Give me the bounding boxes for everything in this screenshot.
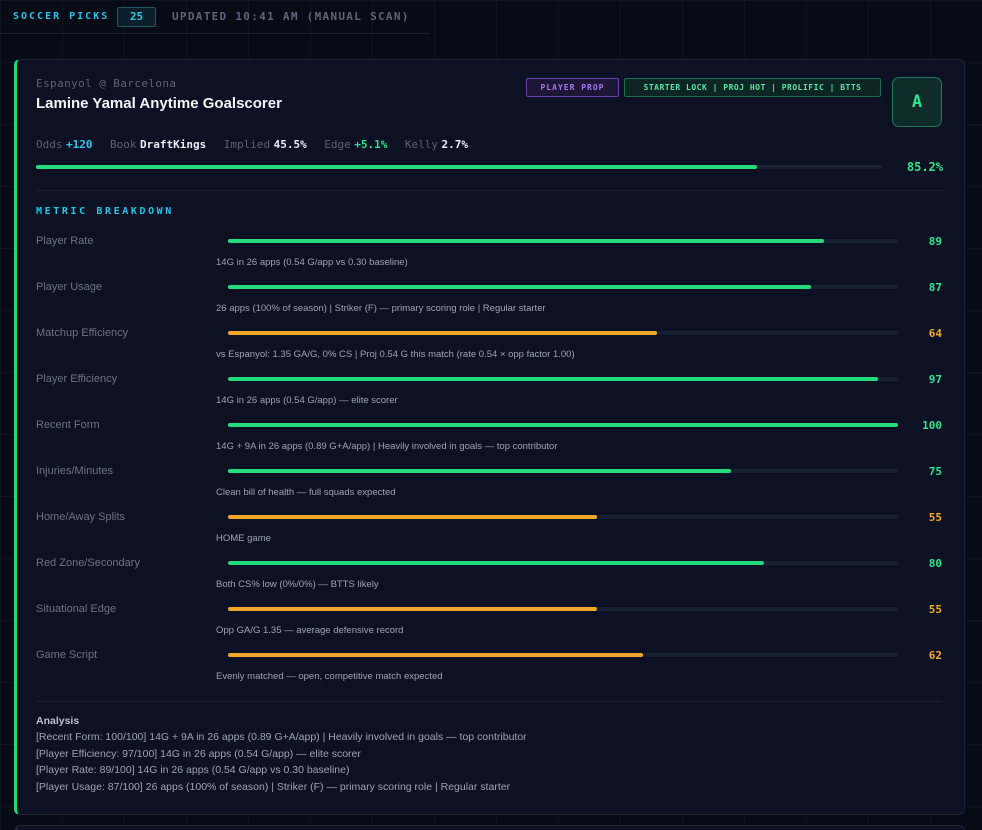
metric-note: Opp GA/G 1.35 — average defensive record (216, 625, 404, 636)
metric-label: Home/Away Splits (36, 511, 126, 523)
metric-value: 89 (928, 235, 942, 248)
metric-bar (228, 423, 898, 427)
metric-bar-fill (228, 607, 597, 611)
header-divider (0, 33, 430, 34)
edge-value: +5.1% (354, 138, 388, 151)
book-label: Book (110, 138, 137, 151)
book-value: DraftKings (140, 138, 207, 151)
kelly-label: Kelly (404, 138, 438, 151)
metric-bar-fill (228, 285, 811, 289)
tags-badge: STARTER LOCK | PROJ HOT | PROLIFIC | BTT… (624, 78, 881, 97)
metric-value: 64 (928, 327, 942, 340)
analysis-line: [Player Usage: 87/100] 26 apps (100% of … (36, 780, 511, 793)
analysis-title: Analysis (36, 715, 80, 727)
metric-bar-fill (228, 469, 731, 473)
metric-note: 14G + 9A in 26 apps (0.89 G+A/app) | Hea… (216, 441, 558, 452)
metric-row: Injuries/Minutes 75 Clean bill of health —… (17, 461, 968, 507)
metric-label: Situational Edge (36, 603, 117, 615)
implied-label: Implied (223, 138, 271, 151)
metric-bar (228, 239, 898, 243)
metric-row: Home/Away Splits 55 HOME game (17, 507, 968, 553)
metric-bar (228, 469, 898, 473)
metric-row: Game Script 62 Evenly matched — open, comp… (17, 645, 968, 691)
odds-label: Odds (36, 138, 63, 151)
analysis-line: [Player Efficiency: 97/100] 14G in 26 ap… (36, 747, 361, 760)
metric-value: 87 (928, 281, 942, 294)
metric-bar (228, 377, 898, 381)
metric-label: Recent Form (36, 419, 100, 431)
metric-value: 55 (928, 511, 942, 524)
metric-bar (228, 285, 898, 289)
metric-note: Both CS% low (0%/0%) — BTTS likely (216, 579, 379, 590)
metric-value: 75 (928, 465, 942, 478)
confidence-bar-fill (36, 165, 757, 169)
metric-breakdown-title: METRIC BREAKDOWN (36, 206, 174, 217)
metric-row: Player Usage 87 26 apps (100% of season) |… (17, 277, 968, 323)
picks-count-badge: 25 (117, 7, 156, 27)
metric-row: Situational Edge 55 Opp GA/G 1.35 — averag… (17, 599, 968, 645)
metric-note: HOME game (216, 533, 271, 544)
metric-row: Player Rate 89 14G in 26 apps (0.54 G/app … (17, 231, 968, 277)
confidence-bar (36, 165, 882, 169)
metric-bar (228, 653, 898, 657)
player-prop-badge: PLAYER PROP (526, 78, 619, 97)
matchup-label: Espanyol @ Barcelona (36, 77, 177, 90)
metric-label: Player Rate (36, 235, 94, 247)
metric-note: 26 apps (100% of season) | Striker (F) —… (216, 303, 546, 314)
metric-note: 14G in 26 apps (0.54 G/app vs 0.30 basel… (216, 257, 408, 268)
metric-bar-fill (228, 423, 898, 427)
analysis-line: [Recent Form: 100/100] 14G + 9A in 26 ap… (36, 731, 527, 743)
metric-label: Game Script (36, 649, 98, 661)
metric-bar-fill (228, 331, 657, 335)
metric-bar (228, 561, 898, 565)
metric-row: Matchup Efficiency 64 vs Espanyol: 1.35 GA… (17, 323, 968, 369)
metric-label: Matchup Efficiency (36, 327, 129, 339)
metric-list: Player Rate 89 14G in 26 apps (0.54 G/app … (17, 231, 968, 691)
analysis-divider (36, 701, 942, 702)
metric-value: 100 (922, 419, 942, 432)
last-updated-status: UPDATED 10:41 AM (MANUAL SCAN) (172, 10, 410, 23)
metric-value: 97 (928, 373, 942, 386)
metric-label: Player Efficiency (36, 373, 118, 385)
implied-value: 45.5% (273, 138, 307, 151)
metric-bar (228, 331, 898, 335)
metric-label: Player Usage (36, 281, 103, 293)
metric-value: 80 (928, 557, 942, 570)
metric-bar (228, 607, 898, 611)
pick-title: Lamine Yamal Anytime Goalscorer (36, 95, 282, 112)
grade-badge: A (892, 77, 942, 127)
metric-bar-fill (228, 515, 597, 519)
metric-label: Injuries/Minutes (36, 465, 114, 477)
odds-value: +120 (66, 138, 93, 151)
metric-row: Red Zone/Secondary 80 Both CS% low (0%/0%)… (17, 553, 968, 599)
card-divider (36, 190, 942, 191)
metric-note: vs Espanyol: 1.35 GA/G, 0% CS | Proj 0.5… (216, 349, 575, 360)
next-pick-card[interactable] (14, 825, 965, 830)
metric-note: Clean bill of health — full squads expec… (216, 487, 396, 498)
odds-stats-row: Odds +120 Book DraftKings Implied 45.5% … (36, 138, 482, 151)
kelly-value: 2.7% (441, 138, 468, 151)
metric-value: 55 (928, 603, 942, 616)
metric-note: 14G in 26 apps (0.54 G/app) — elite scor… (216, 395, 398, 406)
edge-label: Edge (324, 138, 351, 151)
confidence-value: 85.2% (906, 160, 943, 174)
metric-label: Red Zone/Secondary (36, 557, 140, 569)
metric-bar-fill (228, 653, 644, 657)
metric-bar-fill (228, 377, 878, 381)
metric-note: Evenly matched — open, competitive match… (216, 671, 443, 682)
metric-row: Recent Form 100 14G + 9A in 26 apps (0.89 … (17, 415, 968, 461)
metric-value: 62 (928, 649, 942, 662)
page-title: SOCCER PICKS (13, 11, 110, 22)
top-bar: SOCCER PICKS 25 UPDATED 10:41 AM (MANUAL… (0, 0, 982, 34)
pick-card[interactable]: Espanyol @ Barcelona Lamine Yamal Anytim… (14, 59, 965, 815)
analysis-section: Analysis [Recent Form: 100/100] 14G + 9A… (36, 715, 527, 795)
metric-bar-fill (228, 239, 825, 243)
metric-bar-fill (228, 561, 764, 565)
metric-row: Player Efficiency 97 14G in 26 apps (0.54 … (17, 369, 968, 415)
analysis-line: [Player Rate: 89/100] 14G in 26 apps (0.… (36, 764, 350, 776)
metric-bar (228, 515, 898, 519)
